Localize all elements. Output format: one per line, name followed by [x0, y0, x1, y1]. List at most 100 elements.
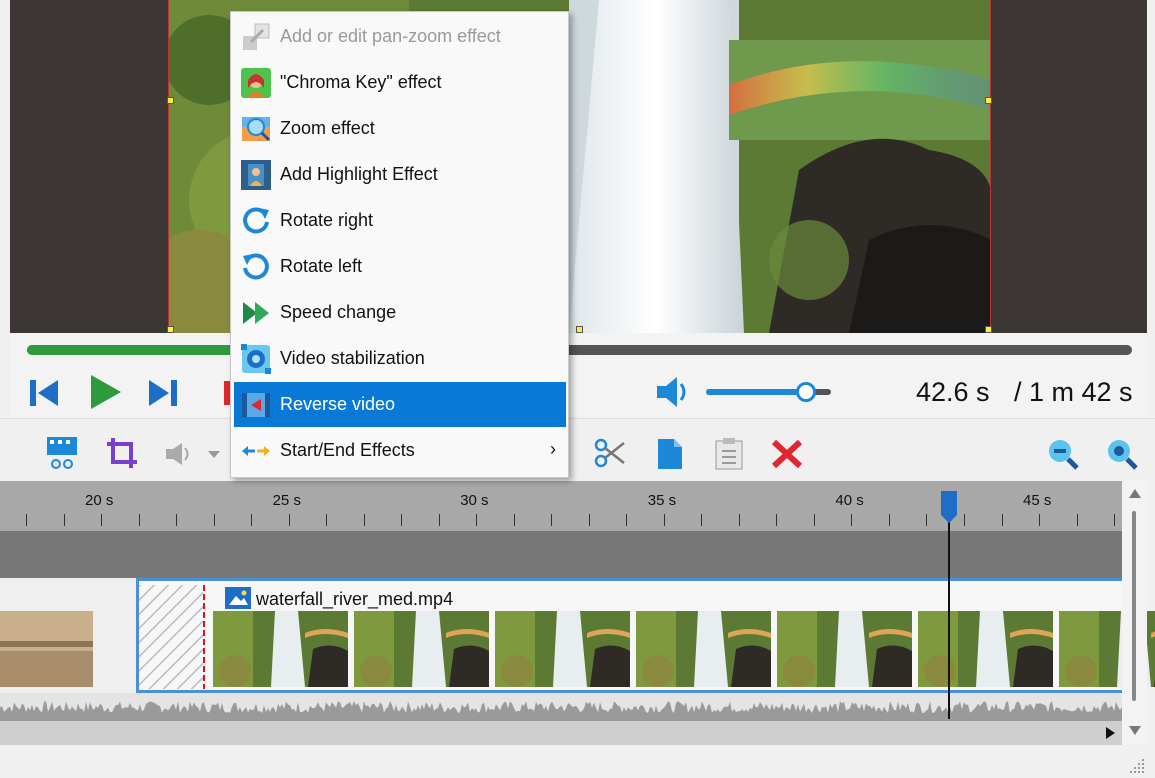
ruler-label: 30 s [460, 492, 489, 509]
reverse-video-icon [242, 393, 270, 417]
ruler-tick [1039, 514, 1040, 526]
menu-item-video-stabilization[interactable]: Video stabilization [234, 336, 566, 381]
zoom-in-icon[interactable] [1105, 437, 1139, 471]
ruler-tick [64, 514, 65, 526]
ruler-tick [926, 514, 927, 526]
ruler-tick [439, 514, 440, 526]
transition-placeholder[interactable] [139, 585, 205, 689]
clip-filename: waterfall_river_med.mp4 [256, 589, 454, 609]
horizontal-scrollbar[interactable] [0, 721, 1122, 745]
ruler-tick [551, 514, 552, 526]
menu-item-highlight-effect[interactable]: Add Highlight Effect [234, 152, 566, 197]
menu-item-rotate-left[interactable]: Rotate left [234, 244, 566, 289]
progress-bar[interactable] [27, 345, 1132, 355]
ruler-tick [326, 514, 327, 526]
ruler-tick [851, 514, 852, 526]
ruler-tick [889, 514, 890, 526]
paste-icon[interactable] [714, 437, 744, 471]
clip-thumbnail [636, 611, 771, 687]
ruler-tick [26, 514, 27, 526]
resize-grip-icon[interactable] [1130, 759, 1146, 775]
ruler-tick [626, 514, 627, 526]
play-icon[interactable] [88, 373, 124, 411]
ruler-tick [814, 514, 815, 526]
next-frame-icon[interactable] [147, 377, 179, 409]
crop-icon[interactable] [106, 437, 138, 469]
current-time: 42.6 s [916, 377, 990, 407]
resize-handle[interactable] [167, 97, 174, 104]
delete-icon[interactable] [771, 439, 803, 469]
empty-track [0, 531, 1122, 578]
pan-zoom-icon [243, 23, 270, 50]
resize-handle[interactable] [576, 326, 583, 333]
resize-handle[interactable] [167, 326, 174, 333]
audio-waveform[interactable] [0, 693, 1122, 721]
playback-controls: 42.6 s / 1 m 42 s [10, 333, 1147, 417]
zoom-effect-icon [242, 117, 271, 142]
menu-item-reverse-video[interactable]: Reverse video [234, 382, 566, 427]
trim-video-icon[interactable] [45, 435, 79, 471]
clip-thumbnail [213, 611, 348, 687]
ruler-tick [739, 514, 740, 526]
menu-item-pan-zoom[interactable]: Add or edit pan-zoom effect [234, 14, 566, 59]
previous-clip-thumbnail[interactable] [0, 611, 93, 687]
clip-thumbnail [918, 611, 1053, 687]
ruler-tick [251, 514, 252, 526]
video-file-icon [225, 587, 251, 609]
copy-icon[interactable] [656, 437, 684, 471]
menu-item-zoom-effect[interactable]: Zoom effect [234, 106, 566, 151]
speaker-icon[interactable] [655, 375, 691, 409]
ruler-label: 35 s [647, 492, 677, 509]
start-end-effects-icon [242, 446, 270, 456]
video-preview [10, 0, 1147, 333]
speed-change-icon [243, 302, 269, 324]
scroll-thumb[interactable] [1132, 511, 1136, 701]
rotate-left-icon [243, 253, 269, 280]
ruler-tick [1002, 514, 1003, 526]
chroma-key-icon [241, 68, 271, 98]
highlight-effect-icon [241, 160, 271, 190]
volume-knob[interactable] [796, 382, 816, 402]
previous-frame-icon[interactable] [28, 377, 60, 409]
ruler-tick [364, 514, 365, 526]
menu-item-speed-change[interactable]: Speed change [234, 290, 566, 335]
volume-slider[interactable] [706, 382, 831, 402]
menu-item-rotate-right[interactable]: Rotate right [234, 198, 566, 243]
editing-toolbar [0, 418, 1155, 480]
ruler-tick [101, 514, 102, 526]
ruler-tick [664, 514, 665, 526]
clip-thumbnail [495, 611, 630, 687]
ruler-tick [176, 514, 177, 526]
total-duration: / 1 m 42 s [1014, 377, 1133, 407]
video-stabilization-icon [241, 344, 271, 374]
ruler-tick [701, 514, 702, 526]
volume-dropdown-icon[interactable] [164, 441, 222, 467]
scroll-up-icon[interactable] [1128, 487, 1142, 499]
ruler-label: 25 s [272, 492, 301, 509]
rotate-right-icon [243, 207, 269, 234]
resize-handle[interactable] [985, 97, 992, 104]
ruler-tick [776, 514, 777, 526]
status-bar [0, 745, 1155, 778]
submenu-arrow-icon: › [550, 439, 556, 459]
menu-item-chroma-key[interactable]: "Chroma Key" effect [234, 60, 566, 105]
ruler-label: 20 s [85, 492, 114, 509]
zoom-out-icon[interactable] [1046, 437, 1080, 471]
ruler-tick [476, 514, 477, 526]
ruler-tick [964, 514, 965, 526]
playhead-line [948, 491, 950, 719]
ruler-tick [1114, 514, 1115, 526]
scissors-icon[interactable] [594, 437, 626, 469]
ruler-tick [1077, 514, 1078, 526]
ruler-label: 45 s [1023, 492, 1052, 509]
resize-handle[interactable] [985, 326, 992, 333]
vertical-scrollbar[interactable] [1122, 481, 1147, 745]
ruler-tick [289, 514, 290, 526]
menu-item-start-end-effects[interactable]: Start/End Effects › [234, 428, 566, 473]
video-clip[interactable]: waterfall_river_med.mp4 [136, 578, 1155, 693]
clip-thumbnail [777, 611, 912, 687]
scroll-down-icon[interactable] [1128, 725, 1142, 737]
scroll-right-icon[interactable] [1104, 726, 1116, 740]
ruler-tick [401, 514, 402, 526]
playhead-marker[interactable] [940, 489, 958, 525]
